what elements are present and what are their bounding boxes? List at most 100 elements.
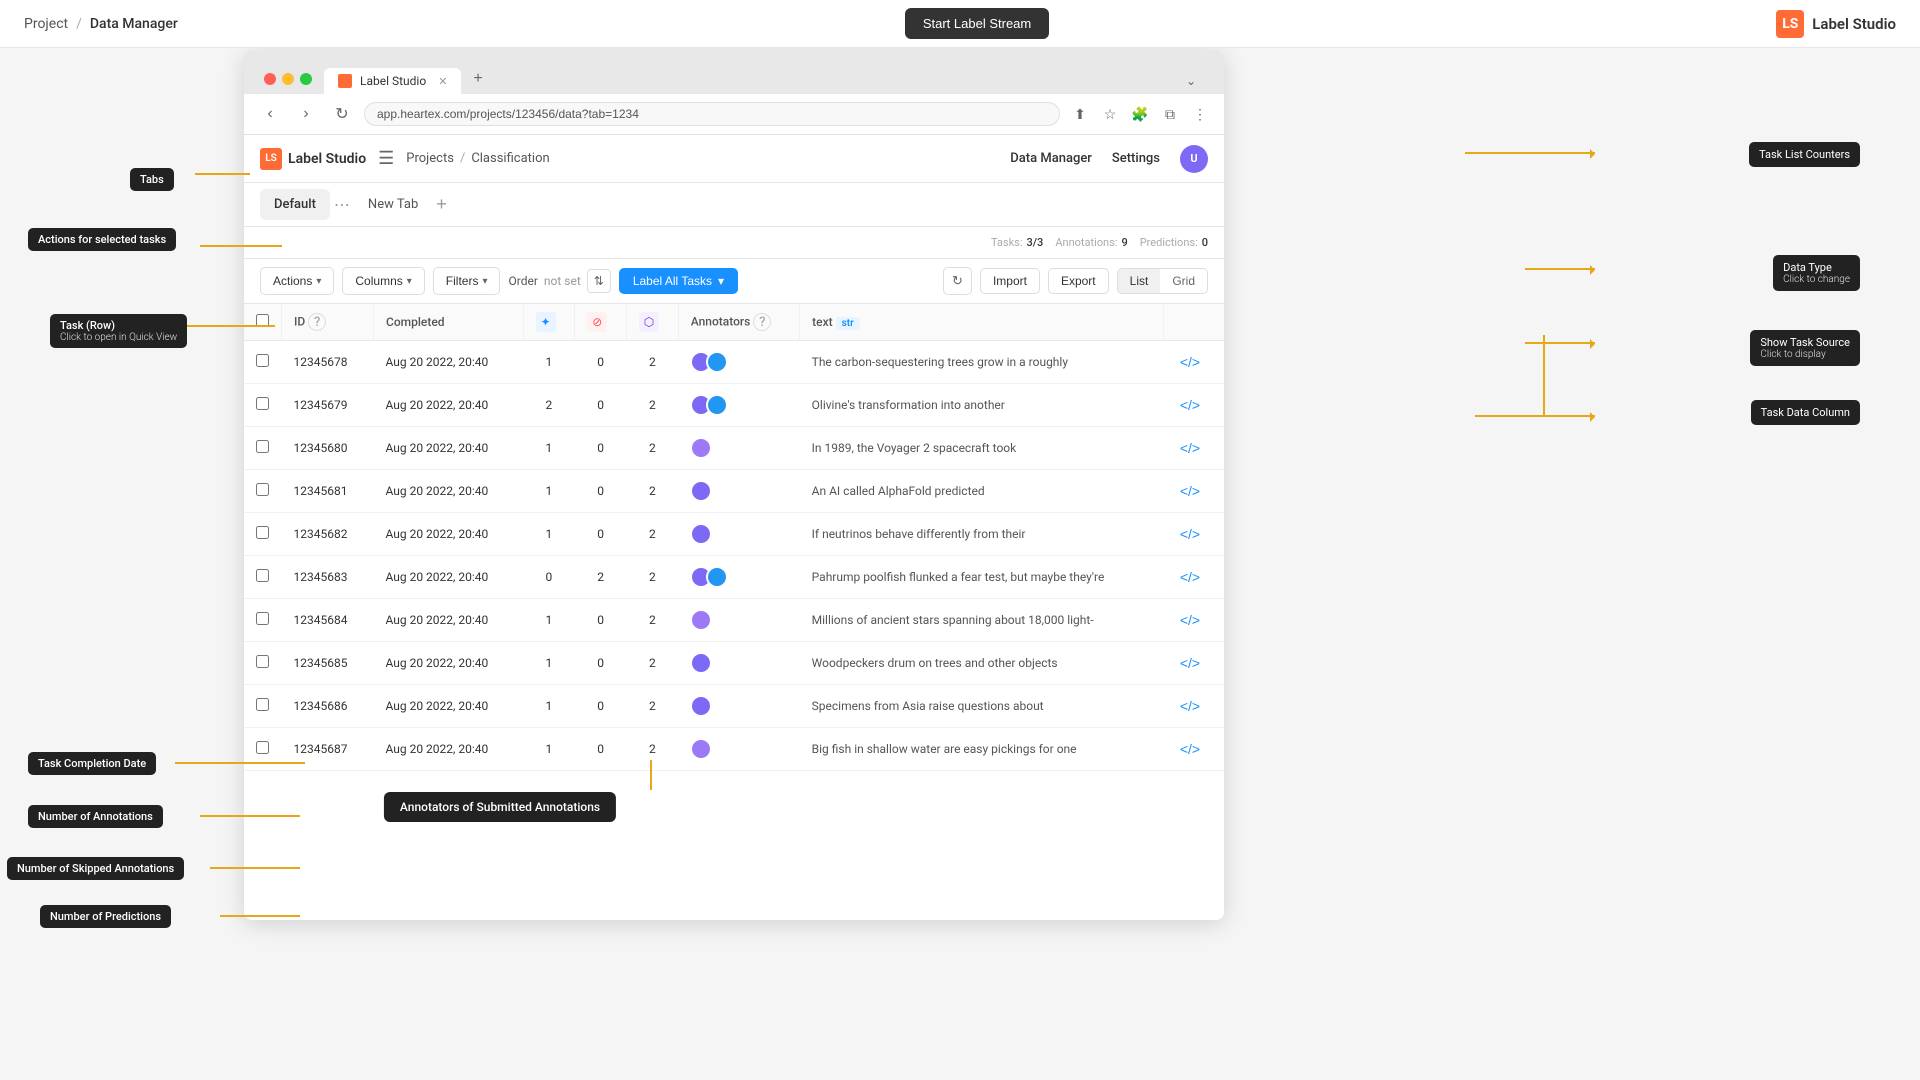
view-source-button[interactable]: </>	[1176, 653, 1204, 673]
browser-new-tab-button[interactable]: +	[463, 64, 492, 94]
row-checkbox[interactable]	[256, 526, 269, 539]
browser-chrome: Label Studio ✕ + ⌄	[244, 50, 1224, 94]
view-source-button[interactable]: </>	[1176, 524, 1204, 544]
row-checkbox[interactable]	[256, 741, 269, 754]
row-checkbox[interactable]	[256, 612, 269, 625]
table-row[interactable]: 12345680Aug 20 2022, 20:40102In 1989, th…	[244, 427, 1224, 470]
export-button[interactable]: Export	[1048, 268, 1109, 294]
task-date-cell: Aug 20 2022, 20:40	[374, 599, 524, 642]
table-row[interactable]: 12345682Aug 20 2022, 20:40102If neutrino…	[244, 513, 1224, 556]
view-source-button[interactable]: </>	[1176, 567, 1204, 587]
table-row[interactable]: 12345687Aug 20 2022, 20:40102Big fish in…	[244, 728, 1224, 771]
breadcrumb-current: Data Manager	[90, 16, 178, 32]
browser-collapse-button[interactable]: ⌄	[1186, 74, 1196, 88]
row-checkbox[interactable]	[256, 483, 269, 496]
browser-bookmark-button[interactable]: ☆	[1098, 102, 1122, 126]
browser-tab-grid-button[interactable]: ⧉	[1158, 102, 1182, 126]
task-source-cell[interactable]: </>	[1164, 556, 1224, 599]
row-checkbox[interactable]	[256, 397, 269, 410]
minimize-window-button[interactable]	[282, 73, 294, 85]
task-source-cell[interactable]: </>	[1164, 384, 1224, 427]
tab-menu-button[interactable]: ⋯	[334, 195, 350, 215]
nav-data-manager-link[interactable]: Data Manager	[1010, 151, 1092, 166]
task-source-cell[interactable]: </>	[1164, 513, 1224, 556]
annotators-info-icon[interactable]: ?	[753, 313, 771, 331]
view-source-button[interactable]: </>	[1176, 481, 1204, 501]
address-bar[interactable]	[364, 102, 1060, 126]
task-source-cell[interactable]: </>	[1164, 685, 1224, 728]
grid-view-button[interactable]: Grid	[1160, 269, 1207, 293]
select-all-header[interactable]	[244, 304, 282, 341]
task-predictions-cell: 2	[627, 685, 679, 728]
task-id-cell: 12345685	[282, 642, 374, 685]
browser-back-button[interactable]: ‹	[256, 100, 284, 128]
id-info-icon[interactable]: ?	[308, 313, 326, 331]
row-checkbox[interactable]	[256, 569, 269, 582]
row-checkbox[interactable]	[256, 698, 269, 711]
table-row[interactable]: 12345678Aug 20 2022, 20:40102The carbon-…	[244, 341, 1224, 384]
row-checkbox[interactable]	[256, 440, 269, 453]
task-source-cell[interactable]: </>	[1164, 341, 1224, 384]
filters-button[interactable]: Filters ▾	[433, 267, 501, 295]
table-row[interactable]: 12345683Aug 20 2022, 20:40022Pahrump poo…	[244, 556, 1224, 599]
task-source-cell[interactable]: </>	[1164, 642, 1224, 685]
browser-share-button[interactable]: ⬆	[1068, 102, 1092, 126]
start-label-stream-button[interactable]: Start Label Stream	[905, 8, 1049, 39]
task-skipped-cell: 0	[575, 470, 627, 513]
table-row[interactable]: 12345681Aug 20 2022, 20:40102An AI calle…	[244, 470, 1224, 513]
task-date-cell: Aug 20 2022, 20:40	[374, 427, 524, 470]
app-breadcrumb-projects[interactable]: Projects	[406, 151, 454, 166]
task-skipped-cell: 0	[575, 599, 627, 642]
view-source-button[interactable]: </>	[1176, 739, 1204, 759]
columns-button[interactable]: Columns ▾	[342, 267, 424, 295]
toolbar-right: ↻ Import Export List Grid	[943, 267, 1208, 295]
task-annotators-cell	[678, 599, 799, 642]
table-row[interactable]: 12345685Aug 20 2022, 20:40102Woodpeckers…	[244, 642, 1224, 685]
browser-tab-favicon	[338, 74, 352, 88]
task-data-column-label: Task Data Column	[1751, 400, 1860, 425]
browser-refresh-button[interactable]: ↻	[328, 100, 356, 128]
browser-tab-active[interactable]: Label Studio ✕	[324, 68, 461, 94]
browser-forward-button[interactable]: ›	[292, 100, 320, 128]
tabs-connector	[195, 173, 250, 175]
browser-window: Label Studio ✕ + ⌄ ‹ › ↻ ⬆ ☆ 🧩 ⧉ ⋮ LS	[244, 50, 1224, 920]
browser-extension-button[interactable]: 🧩	[1128, 102, 1152, 126]
tab-default[interactable]: Default	[260, 189, 330, 220]
row-checkbox[interactable]	[256, 354, 269, 367]
refresh-button[interactable]: ↻	[943, 267, 972, 295]
text-column-header: text str	[800, 304, 1164, 341]
table-row[interactable]: 12345679Aug 20 2022, 20:40202Olivine's t…	[244, 384, 1224, 427]
sort-button[interactable]: ⇅	[587, 269, 611, 293]
str-type-badge[interactable]: str	[836, 317, 860, 330]
tab-add-button[interactable]: +	[436, 194, 447, 215]
close-window-button[interactable]	[264, 73, 276, 85]
task-text-cell: The carbon-sequestering trees grow in a …	[800, 341, 1164, 384]
browser-tab-close[interactable]: ✕	[438, 75, 447, 88]
view-source-button[interactable]: </>	[1176, 610, 1204, 630]
maximize-window-button[interactable]	[300, 73, 312, 85]
task-source-cell[interactable]: </>	[1164, 427, 1224, 470]
import-button[interactable]: Import	[980, 268, 1040, 294]
table-row[interactable]: 12345684Aug 20 2022, 20:40102Millions of…	[244, 599, 1224, 642]
breadcrumb-project: Project	[24, 16, 68, 32]
view-source-button[interactable]: </>	[1176, 352, 1204, 372]
view-source-button[interactable]: </>	[1176, 395, 1204, 415]
task-source-cell[interactable]: </>	[1164, 599, 1224, 642]
hamburger-menu-button[interactable]: ☰	[378, 148, 394, 169]
task-source-cell[interactable]: </>	[1164, 470, 1224, 513]
task-annotations-cell: 1	[523, 685, 575, 728]
row-checkbox[interactable]	[256, 655, 269, 668]
task-source-cell[interactable]: </>	[1164, 728, 1224, 771]
data-type-label: Data Type Click to change	[1773, 255, 1860, 291]
tab-new[interactable]: New Tab	[354, 189, 432, 220]
actions-button[interactable]: Actions ▾	[260, 267, 334, 295]
task-text-cell: Big fish in shallow water are easy picki…	[800, 728, 1164, 771]
list-view-button[interactable]: List	[1118, 269, 1161, 293]
view-source-button[interactable]: </>	[1176, 696, 1204, 716]
browser-menu-button[interactable]: ⋮	[1188, 102, 1212, 126]
label-all-tasks-button[interactable]: Label All Tasks ▾	[619, 268, 738, 294]
table-row[interactable]: 12345686Aug 20 2022, 20:40102Specimens f…	[244, 685, 1224, 728]
task-predictions-cell: 2	[627, 427, 679, 470]
nav-settings-link[interactable]: Settings	[1112, 151, 1160, 166]
view-source-button[interactable]: </>	[1176, 438, 1204, 458]
